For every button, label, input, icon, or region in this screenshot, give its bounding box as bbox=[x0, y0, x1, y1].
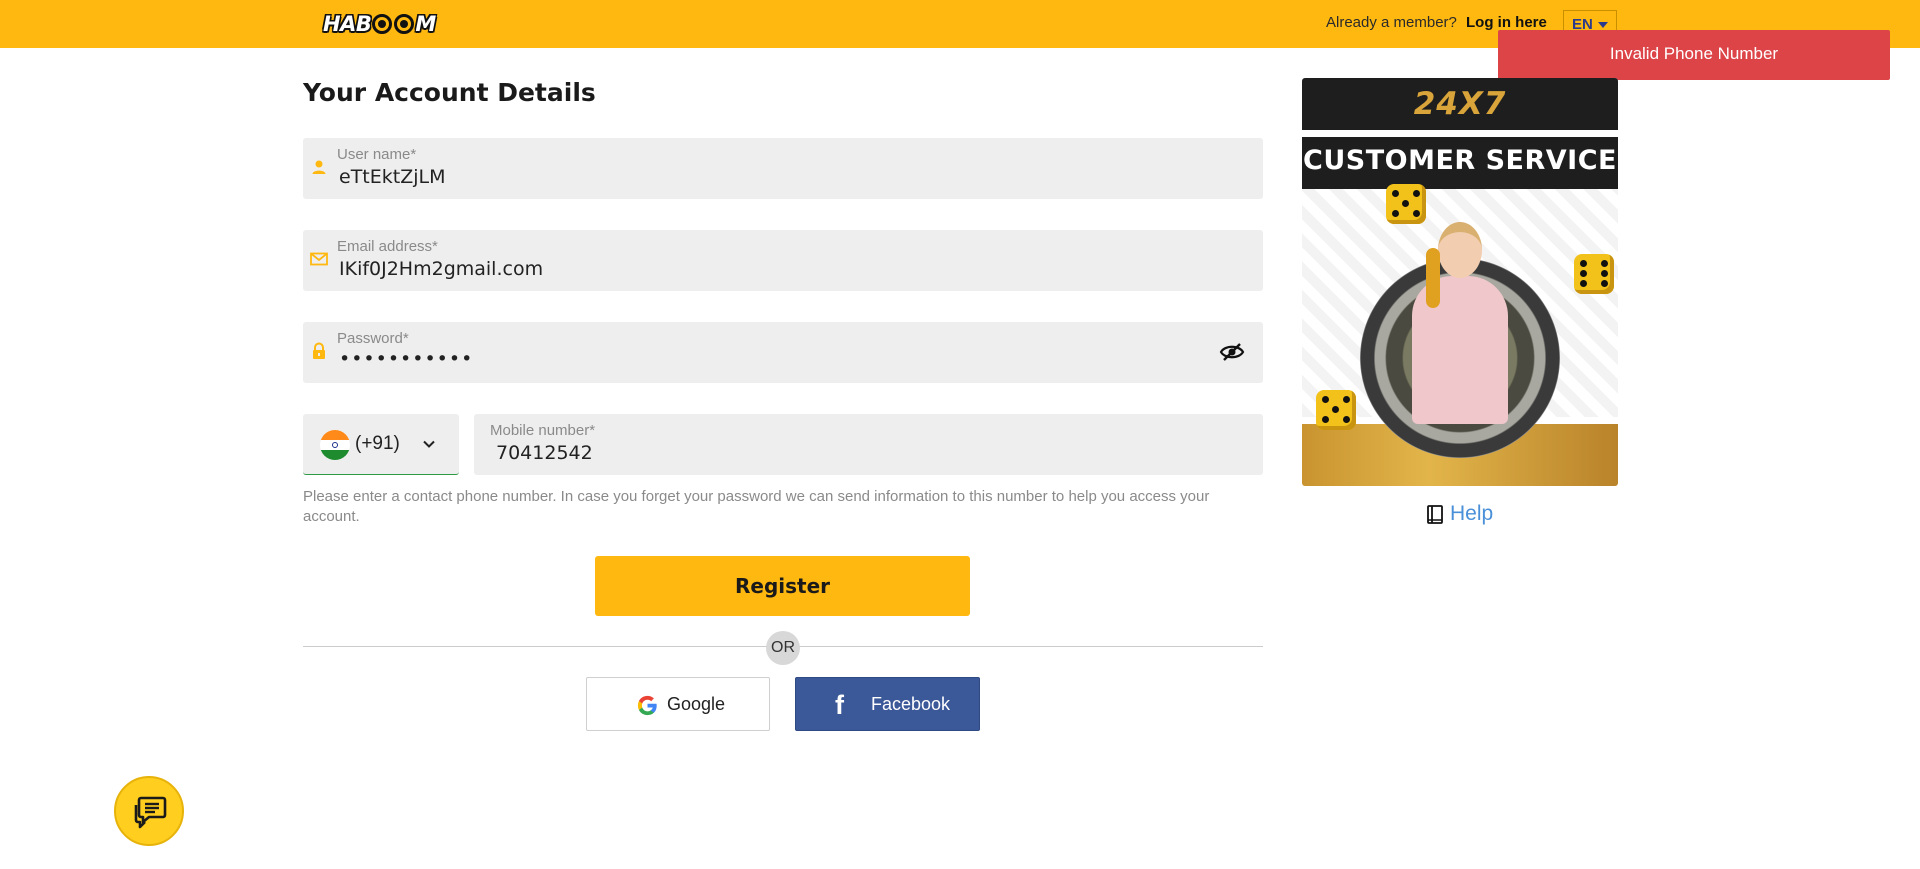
envelope-icon bbox=[310, 252, 328, 266]
already-member-text: Already a member? bbox=[1326, 14, 1457, 31]
caret-down-icon bbox=[1598, 22, 1608, 28]
eye-slash-icon[interactable] bbox=[1219, 341, 1245, 363]
chevron-down-icon bbox=[423, 440, 435, 448]
user-icon bbox=[312, 160, 326, 174]
google-button-label: Google bbox=[667, 694, 726, 714]
country-code-value: (+91) bbox=[355, 433, 400, 454]
login-link[interactable]: Log in here bbox=[1466, 14, 1547, 31]
password-label: Password* bbox=[337, 330, 409, 347]
google-icon bbox=[637, 695, 657, 716]
dice-icon bbox=[1386, 184, 1426, 224]
chat-button[interactable] bbox=[114, 776, 184, 846]
dice-icon bbox=[1574, 254, 1614, 294]
error-toast[interactable]: Invalid Phone Number bbox=[1498, 30, 1890, 80]
book-icon bbox=[1427, 504, 1443, 524]
help-link[interactable]: Help bbox=[1427, 502, 1493, 526]
telephone-icon bbox=[1426, 248, 1440, 308]
banner-24x7-text: 24X7 bbox=[1413, 86, 1507, 122]
mobile-number-label: Mobile number* bbox=[490, 422, 596, 439]
facebook-icon: f bbox=[835, 690, 844, 720]
phone-help-text: Please enter a contact phone number. In … bbox=[303, 488, 1210, 525]
chat-icon bbox=[134, 796, 167, 829]
customer-service-banner[interactable]: 24X7 CUSTOMER SERVICE bbox=[1302, 78, 1618, 486]
facebook-login-button[interactable]: f Facebook bbox=[795, 677, 980, 731]
email-label: Email address* bbox=[337, 238, 438, 255]
banner-customer-service-text: CUSTOMER SERVICE bbox=[1303, 145, 1617, 176]
mobile-number-field[interactable]: Mobile number* bbox=[474, 414, 1263, 475]
mobile-number-input[interactable] bbox=[496, 442, 1236, 464]
username-input[interactable] bbox=[339, 166, 1199, 188]
lock-icon bbox=[313, 342, 325, 359]
help-label: Help bbox=[1450, 502, 1494, 525]
or-badge: OR bbox=[766, 631, 800, 665]
haboom-logo[interactable]: HAB M bbox=[323, 9, 436, 39]
password-input[interactable] bbox=[339, 348, 1199, 370]
password-field[interactable]: Password* bbox=[303, 322, 1263, 383]
dice-icon bbox=[1316, 390, 1356, 430]
register-button[interactable]: Register bbox=[595, 556, 970, 616]
email-input[interactable] bbox=[339, 258, 1199, 280]
google-login-button[interactable]: Google bbox=[586, 677, 770, 731]
page-title: Your Account Details bbox=[303, 78, 596, 107]
india-flag-icon bbox=[320, 430, 350, 460]
email-field[interactable]: Email address* bbox=[303, 230, 1263, 291]
country-code-selector[interactable]: (+91) bbox=[303, 414, 459, 475]
agent-illustration bbox=[1402, 210, 1512, 424]
username-label: User name* bbox=[337, 146, 417, 163]
facebook-button-label: Facebook bbox=[871, 694, 951, 714]
username-field[interactable]: User name* bbox=[303, 138, 1263, 199]
